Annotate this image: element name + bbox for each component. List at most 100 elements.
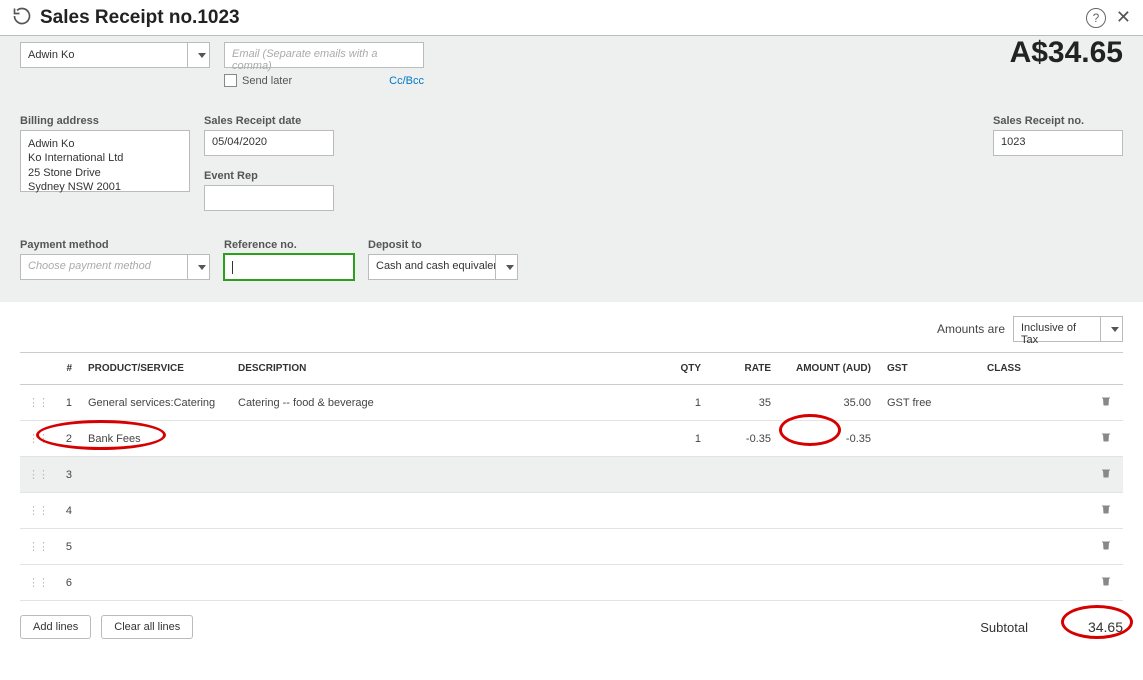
line-gst[interactable] <box>879 565 979 601</box>
drag-handle-icon[interactable]: ⋮⋮ <box>28 504 46 517</box>
line-description[interactable] <box>230 493 649 529</box>
line-description[interactable] <box>230 457 649 493</box>
line-product[interactable]: Bank Fees <box>80 421 230 457</box>
line-description[interactable]: Catering -- food & beverage <box>230 385 649 421</box>
deposit-to-select[interactable]: Cash and cash equivaler <box>368 254 496 280</box>
col-qty: QTY <box>649 353 709 385</box>
drag-handle-icon[interactable]: ⋮⋮ <box>28 540 46 553</box>
payment-method-select[interactable]: Choose payment method <box>20 254 188 280</box>
line-rate[interactable] <box>709 565 779 601</box>
clear-all-lines-button[interactable]: Clear all lines <box>101 615 193 639</box>
drag-handle-icon[interactable]: ⋮⋮ <box>28 576 46 589</box>
line-description[interactable] <box>230 529 649 565</box>
close-icon[interactable]: ✕ <box>1116 7 1131 28</box>
chevron-down-icon <box>506 265 514 270</box>
table-row[interactable]: ⋮⋮1General services:CateringCatering -- … <box>20 385 1123 421</box>
page-header: Sales Receipt no.1023 ? ✕ <box>0 0 1143 36</box>
trash-icon[interactable] <box>1100 394 1112 408</box>
items-area: Amounts are Inclusive of Tax # PRODUCT/S… <box>0 302 1143 659</box>
line-rate[interactable]: -0.35 <box>709 421 779 457</box>
line-qty[interactable]: 1 <box>649 385 709 421</box>
table-row[interactable]: ⋮⋮2Bank Fees1-0.35-0.35 <box>20 421 1123 457</box>
line-product[interactable]: General services:Catering <box>80 385 230 421</box>
table-row[interactable]: ⋮⋮4 <box>20 493 1123 529</box>
trash-icon[interactable] <box>1100 466 1112 480</box>
table-row[interactable]: ⋮⋮3 <box>20 457 1123 493</box>
deposit-to-caret[interactable] <box>496 254 518 280</box>
line-num: 1 <box>46 385 80 421</box>
line-qty[interactable] <box>649 493 709 529</box>
line-rate[interactable]: 35 <box>709 385 779 421</box>
line-qty[interactable]: 1 <box>649 421 709 457</box>
line-class[interactable] <box>979 385 1089 421</box>
line-amount[interactable]: 35.00 <box>779 385 879 421</box>
line-num: 5 <box>46 529 80 565</box>
help-icon[interactable]: ? <box>1086 8 1106 28</box>
line-description[interactable] <box>230 565 649 601</box>
drag-handle-icon[interactable]: ⋮⋮ <box>28 468 46 481</box>
line-description[interactable] <box>230 421 649 457</box>
payment-method-caret[interactable] <box>188 254 210 280</box>
line-product[interactable] <box>80 457 230 493</box>
event-rep-input[interactable] <box>204 185 334 211</box>
line-amount[interactable] <box>779 565 879 601</box>
line-class[interactable] <box>979 493 1089 529</box>
line-class[interactable] <box>979 421 1089 457</box>
reference-no-input[interactable] <box>224 254 354 280</box>
line-gst[interactable] <box>879 457 979 493</box>
event-rep-label: Event Rep <box>204 170 334 182</box>
receipt-date-label: Sales Receipt date <box>204 115 334 127</box>
subtotal-value: 34.65 <box>1088 619 1123 635</box>
line-amount[interactable] <box>779 529 879 565</box>
line-class[interactable] <box>979 529 1089 565</box>
col-class: CLASS <box>979 353 1089 385</box>
trash-icon[interactable] <box>1100 574 1112 588</box>
deposit-to-label: Deposit to <box>368 239 518 251</box>
amounts-are-caret[interactable] <box>1101 316 1123 342</box>
line-class[interactable] <box>979 565 1089 601</box>
chevron-down-icon <box>198 265 206 270</box>
receipt-no-input[interactable]: 1023 <box>993 130 1123 156</box>
send-later-label: Send later <box>242 75 292 87</box>
line-gst[interactable]: GST free <box>879 385 979 421</box>
line-qty[interactable] <box>649 457 709 493</box>
trash-icon[interactable] <box>1100 430 1112 444</box>
line-class[interactable] <box>979 457 1089 493</box>
customer-select[interactable]: Adwin Ko <box>20 42 188 68</box>
history-icon[interactable] <box>12 6 32 29</box>
line-amount[interactable] <box>779 493 879 529</box>
add-lines-button[interactable]: Add lines <box>20 615 91 639</box>
line-amount[interactable] <box>779 457 879 493</box>
line-product[interactable] <box>80 493 230 529</box>
trash-icon[interactable] <box>1100 502 1112 516</box>
send-later-checkbox[interactable] <box>224 74 237 87</box>
col-product: PRODUCT/SERVICE <box>80 353 230 385</box>
table-row[interactable]: ⋮⋮6 <box>20 565 1123 601</box>
line-num: 2 <box>46 421 80 457</box>
billing-address-textarea[interactable]: Adwin Ko Ko International Ltd 25 Stone D… <box>20 130 190 192</box>
drag-handle-icon[interactable]: ⋮⋮ <box>28 396 46 409</box>
receipt-date-input[interactable]: 05/04/2020 <box>204 130 334 156</box>
trash-icon[interactable] <box>1100 538 1112 552</box>
line-qty[interactable] <box>649 565 709 601</box>
customer-select-caret[interactable] <box>188 42 210 68</box>
line-amount[interactable]: -0.35 <box>779 421 879 457</box>
col-description: DESCRIPTION <box>230 353 649 385</box>
chevron-down-icon <box>198 53 206 58</box>
amounts-are-select[interactable]: Inclusive of Tax <box>1013 316 1101 342</box>
drag-handle-icon[interactable]: ⋮⋮ <box>28 432 46 445</box>
line-qty[interactable] <box>649 529 709 565</box>
line-gst[interactable] <box>879 493 979 529</box>
ccbcc-link[interactable]: Cc/Bcc <box>389 75 424 87</box>
line-rate[interactable] <box>709 493 779 529</box>
table-row[interactable]: ⋮⋮5 <box>20 529 1123 565</box>
line-rate[interactable] <box>709 529 779 565</box>
amounts-are-label: Amounts are <box>937 322 1005 336</box>
line-rate[interactable] <box>709 457 779 493</box>
line-product[interactable] <box>80 565 230 601</box>
page-title: Sales Receipt no.1023 <box>40 7 240 29</box>
line-gst[interactable] <box>879 421 979 457</box>
email-input[interactable]: Email (Separate emails with a comma) <box>224 42 424 68</box>
line-gst[interactable] <box>879 529 979 565</box>
line-product[interactable] <box>80 529 230 565</box>
